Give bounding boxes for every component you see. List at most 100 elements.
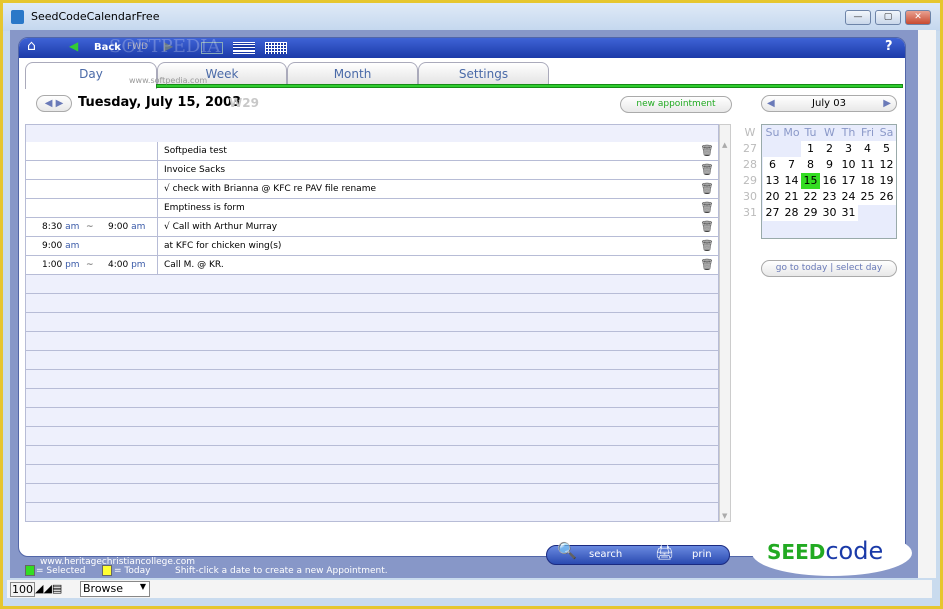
printer-icon[interactable]: 🖨 [655,543,674,561]
week-number[interactable]: 30 [742,190,758,203]
zoom-icons[interactable]: ◢◢▤ [35,582,62,595]
calendar-day[interactable]: 12 [877,157,896,173]
empty-row[interactable] [26,427,718,446]
calendar-day[interactable]: 17 [839,173,858,189]
trash-icon[interactable]: 🗑 [700,201,714,214]
calendar-day[interactable]: 5 [877,141,896,157]
empty-row[interactable] [26,370,718,389]
empty-row[interactable] [26,332,718,351]
search-button[interactable]: search [589,549,622,560]
calendar-day[interactable]: 15 [801,173,820,189]
calendar-day[interactable]: 6 [763,157,782,173]
calendar-day[interactable]: 25 [858,189,877,205]
appointment-row[interactable]: 9:00 am at KFC for chicken wing(s) 🗑 [26,237,718,256]
end-time: 9:00 am [108,222,146,232]
appointment-title[interactable]: √ Call with Arthur Murray [164,218,277,236]
calendar-day[interactable]: 27 [763,205,782,221]
appointment-row[interactable]: Invoice Sacks 🗑 [26,161,718,180]
calendar-day[interactable]: 21 [782,189,801,205]
empty-row[interactable] [26,294,718,313]
trash-icon[interactable]: 🗑 [700,163,714,176]
month-view-icon[interactable] [265,42,287,54]
home-icon[interactable]: ⌂ [27,38,36,54]
calendar-day[interactable]: 16 [820,173,839,189]
calendar-day[interactable]: 18 [858,173,877,189]
calendar-day[interactable]: 29 [801,205,820,221]
week-number[interactable]: 31 [742,206,758,219]
calendar-day[interactable]: 11 [858,157,877,173]
calendar-day[interactable]: 26 [877,189,896,205]
calendar-day[interactable]: 31 [839,205,858,221]
empty-row[interactable] [26,313,718,332]
minimize-button[interactable]: — [845,10,871,25]
day-prev-next-buttons[interactable]: ◀ ▶ [36,95,72,112]
calendar-day[interactable]: 19 [877,173,896,189]
empty-row[interactable] [26,465,718,484]
empty-row[interactable] [26,351,718,370]
week-view-icon[interactable] [233,42,255,54]
mini-calendar: Su Mo Tu W Th Fri Sa 1 2 3 4 5 6 7 8 9 10 11 12 13 14 15 16 17 1… [761,124,897,239]
empty-row[interactable] [26,484,718,503]
back-arrow-icon[interactable]: ◀ [69,39,78,53]
appointment-row[interactable]: Softpedia test 🗑 [26,142,718,161]
window-scrollbar[interactable] [918,30,936,578]
appointment-row[interactable]: √ check with Brianna @ KFC re PAV file r… [26,180,718,199]
calendar-day[interactable]: 1 [801,141,820,157]
mode-select[interactable]: Browse ▼ [80,581,150,597]
trash-icon[interactable]: 🗑 [700,182,714,195]
start-time: 8:30 am [42,222,80,232]
calendar-day[interactable]: 13 [763,173,782,189]
appointment-title[interactable]: Invoice Sacks [164,161,225,179]
appointment-row[interactable]: 1:00 pm ~ 4:00 pm Call M. @ KR. 🗑 [26,256,718,275]
calendar-day[interactable]: 9 [820,157,839,173]
calendar-day[interactable]: 30 [820,205,839,221]
empty-row[interactable] [26,503,718,522]
week-number[interactable]: 28 [742,158,758,171]
empty-row[interactable] [26,408,718,427]
trash-icon[interactable]: 🗑 [700,144,714,157]
calendar-day[interactable]: 22 [801,189,820,205]
calendar-day[interactable]: 14 [782,173,801,189]
trash-icon[interactable]: 🗑 [700,258,714,271]
empty-row[interactable] [26,446,718,465]
new-appointment-button[interactable]: new appointment [620,96,732,113]
appointment-row[interactable]: 8:30 am ~ 9:00 am √ Call with Arthur Mur… [26,218,718,237]
month-navigator[interactable]: ◀ July 03 ▶ [761,95,897,112]
week-number[interactable]: 29 [742,174,758,187]
calendar-day[interactable]: 10 [839,157,858,173]
tab-settings[interactable]: Settings [418,62,549,84]
calendar-day[interactable]: 8 [801,157,820,173]
calendar-day[interactable]: 20 [763,189,782,205]
go-to-today-button[interactable]: go to today [776,263,828,273]
calendar-day[interactable]: 28 [782,205,801,221]
appointment-title[interactable]: Softpedia test [164,142,227,160]
search-icon[interactable]: 🔍 [557,541,577,560]
calendar-day[interactable]: 23 [820,189,839,205]
next-month-icon[interactable]: ▶ [883,96,891,111]
calendar-day[interactable]: 7 [782,157,801,173]
calendar-day[interactable]: 3 [839,141,858,157]
print-button[interactable]: prin [692,549,712,560]
close-button[interactable]: ✕ [905,10,931,25]
appointment-title[interactable]: at KFC for chicken wing(s) [164,237,281,255]
empty-row[interactable] [26,389,718,408]
list-scrollbar[interactable]: ▲ ▼ [719,124,731,522]
maximize-button[interactable]: ▢ [875,10,901,25]
zoom-level[interactable]: 100 [10,582,35,597]
tab-month[interactable]: Month [287,62,418,84]
prev-month-icon[interactable]: ◀ [767,96,775,111]
empty-row[interactable] [26,275,718,294]
day-select-buttons: go to today | select day [761,260,897,277]
help-button[interactable]: ? [885,39,893,54]
trash-icon[interactable]: 🗑 [700,239,714,252]
calendar-day[interactable]: 24 [839,189,858,205]
select-day-button[interactable]: select day [836,263,882,273]
appointment-title[interactable]: Emptiness is form [164,199,245,217]
calendar-day[interactable]: 2 [820,141,839,157]
week-number[interactable]: 27 [742,142,758,155]
appointment-row[interactable]: Emptiness is form 🗑 [26,199,718,218]
appointment-title[interactable]: √ check with Brianna @ KFC re PAV file r… [164,180,376,198]
calendar-day[interactable]: 4 [858,141,877,157]
trash-icon[interactable]: 🗑 [700,220,714,233]
appointment-title[interactable]: Call M. @ KR. [164,256,224,274]
